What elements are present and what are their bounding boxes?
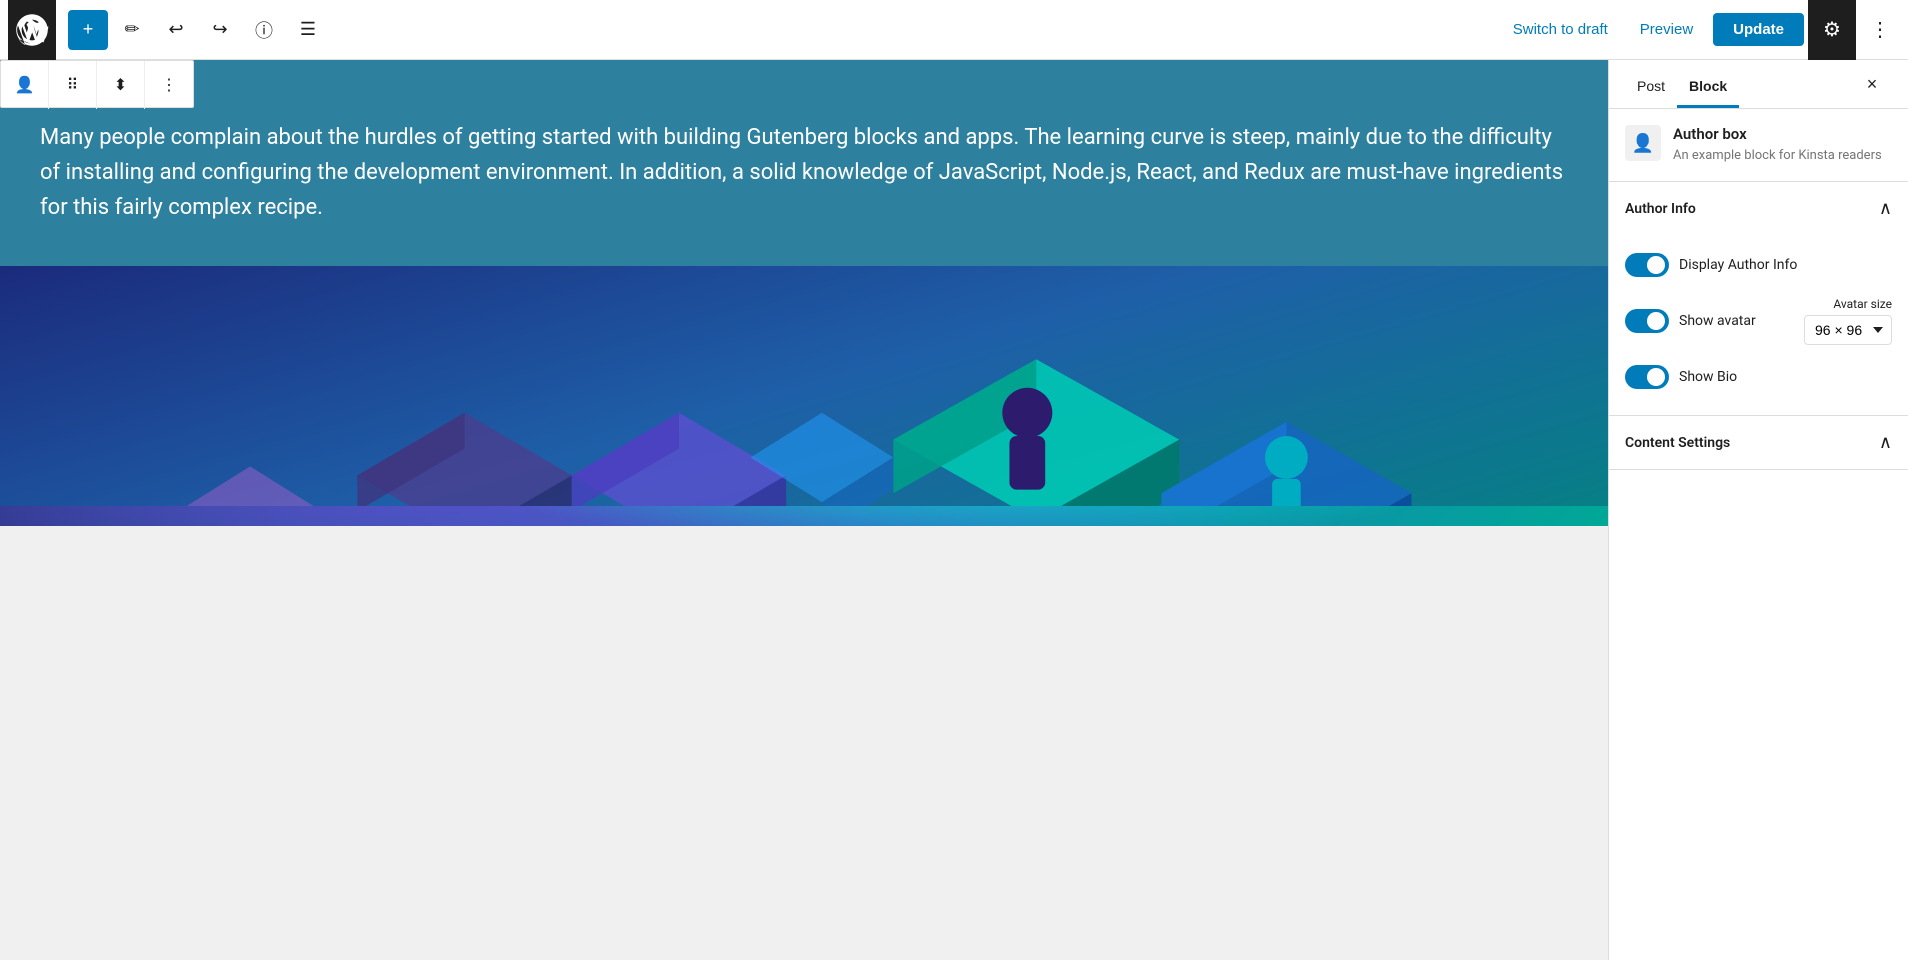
block-description: An example block for Kinsta readers xyxy=(1673,147,1882,165)
add-block-button[interactable]: + xyxy=(68,10,108,50)
wp-logo[interactable] xyxy=(8,0,56,60)
top-toolbar: + ✏ ↩ ↪ ⓘ ☰ Switch to draft Preview Upda… xyxy=(0,0,1908,60)
author-info-body: Display Author Info Show avatar Avatar s… xyxy=(1609,235,1908,415)
preview-button[interactable]: Preview xyxy=(1628,13,1705,46)
drag-handle-button[interactable]: ⠿ xyxy=(49,61,97,109)
author-block[interactable]: 👤 ⠿ ⬍ ⋮ Many people complain about the h… xyxy=(0,60,1608,266)
avatar-size-select[interactable]: 96 × 96 xyxy=(1804,315,1892,345)
display-author-info-row: Display Author Info xyxy=(1625,243,1892,287)
ellipsis-icon: ⋮ xyxy=(1870,17,1890,42)
info-icon: ⓘ xyxy=(255,17,273,43)
sidebar-close-button[interactable]: × xyxy=(1852,60,1892,108)
move-up-down-button[interactable]: ⬍ xyxy=(97,61,145,109)
undo-icon: ↩ xyxy=(168,19,183,40)
display-author-info-toggle[interactable] xyxy=(1625,253,1669,277)
drag-icon: ⠿ xyxy=(67,75,79,95)
chevron-up-down-icon: ⬍ xyxy=(114,75,127,95)
switch-to-draft-button[interactable]: Switch to draft xyxy=(1501,13,1620,46)
editor-content: 👤 ⠿ ⬍ ⋮ Many people complain about the h… xyxy=(0,60,1608,526)
display-author-info-label: Display Author Info xyxy=(1679,257,1797,273)
author-info-panel: Author Info ∧ Display Author Info Show a… xyxy=(1609,182,1908,416)
avatar-size-label: Avatar size xyxy=(1833,297,1892,311)
info-button[interactable]: ⓘ xyxy=(244,10,284,50)
content-settings-title: Content Settings xyxy=(1625,435,1730,451)
gear-icon: ⚙ xyxy=(1823,17,1841,42)
avatar-row-left: Show avatar xyxy=(1625,309,1756,333)
edit-icon: ✏ xyxy=(124,19,139,40)
block-type-icon: 👤 xyxy=(1625,125,1661,161)
content-settings-header[interactable]: Content Settings ∧ xyxy=(1609,416,1908,469)
content-settings-panel: Content Settings ∧ xyxy=(1609,416,1908,470)
undo-button[interactable]: ↩ xyxy=(156,10,196,50)
block-text-area: Many people complain about the hurdles o… xyxy=(0,60,1608,266)
toolbar-right: Switch to draft Preview Update xyxy=(1501,13,1804,46)
person-icon: 👤 xyxy=(15,75,35,95)
main-area: 👤 ⠿ ⬍ ⋮ Many people complain about the h… xyxy=(0,60,1908,960)
redo-icon: ↪ xyxy=(212,19,227,40)
redo-button[interactable]: ↪ xyxy=(200,10,240,50)
show-bio-row: Show Bio xyxy=(1625,355,1892,399)
block-paragraph: Many people complain about the hurdles o… xyxy=(40,120,1568,226)
show-bio-label: Show Bio xyxy=(1679,369,1737,385)
show-avatar-label: Show avatar xyxy=(1679,313,1756,329)
image-inner xyxy=(0,266,1608,526)
block-type-button[interactable]: 👤 xyxy=(1,61,49,109)
tab-block[interactable]: Block xyxy=(1677,60,1739,108)
block-toolbar: 👤 ⠿ ⬍ ⋮ xyxy=(0,60,194,108)
sidebar: Post Block × 👤 Author box An example blo… xyxy=(1608,60,1908,960)
tab-post[interactable]: Post xyxy=(1625,60,1677,108)
more-options-button[interactable]: ⋮ xyxy=(1860,10,1900,50)
author-info-collapse-icon: ∧ xyxy=(1879,198,1892,219)
more-vertical-icon: ⋮ xyxy=(161,75,177,95)
block-options-button[interactable]: ⋮ xyxy=(145,61,193,109)
add-icon: + xyxy=(83,19,94,40)
block-title: Author box xyxy=(1673,125,1882,143)
author-info-title: Author Info xyxy=(1625,201,1696,217)
avatar-size-section: Avatar size 96 × 96 xyxy=(1804,297,1892,345)
show-avatar-row: Show avatar Avatar size 96 × 96 xyxy=(1625,287,1892,355)
block-info-section: 👤 Author box An example block for Kinsta… xyxy=(1609,109,1908,182)
update-button[interactable]: Update xyxy=(1713,13,1804,46)
content-settings-collapse-icon: ∧ xyxy=(1879,432,1892,453)
edit-button[interactable]: ✏ xyxy=(112,10,152,50)
image-block xyxy=(0,266,1608,526)
show-avatar-toggle[interactable] xyxy=(1625,309,1669,333)
block-info-text: Author box An example block for Kinsta r… xyxy=(1673,125,1882,165)
editor-area: 👤 ⠿ ⬍ ⋮ Many people complain about the h… xyxy=(0,60,1608,960)
sidebar-tabs: Post Block × xyxy=(1609,60,1908,109)
list-view-button[interactable]: ☰ xyxy=(288,10,328,50)
list-icon: ☰ xyxy=(300,19,316,40)
settings-button[interactable]: ⚙ xyxy=(1808,0,1856,60)
author-info-header[interactable]: Author Info ∧ xyxy=(1609,182,1908,235)
show-bio-toggle[interactable] xyxy=(1625,365,1669,389)
